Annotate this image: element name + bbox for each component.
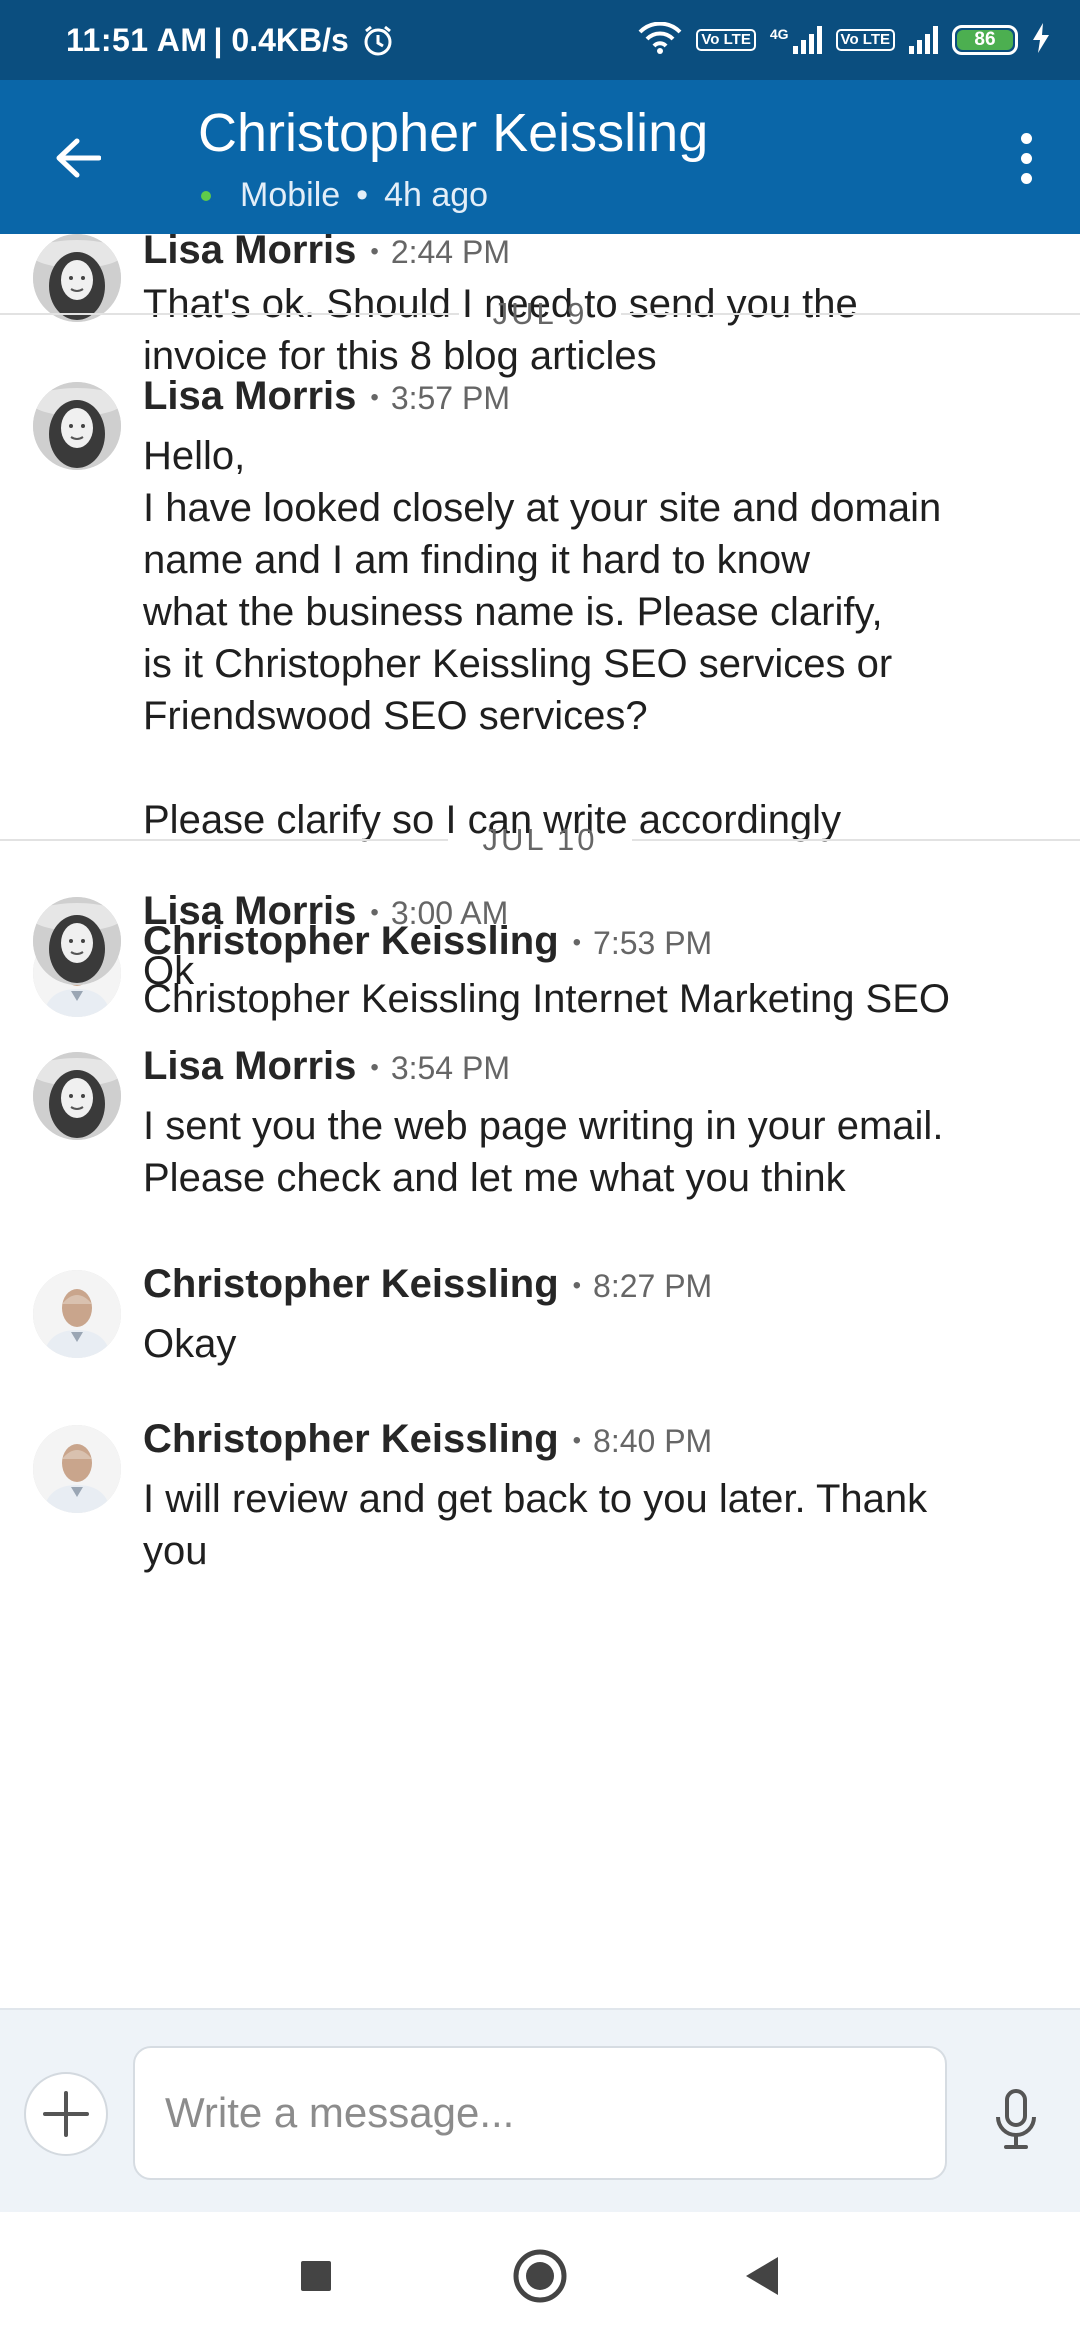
message-header: Lisa Morris 2:44 PM	[143, 234, 510, 273]
message-time: 3:54 PM	[370, 1050, 510, 1087]
network-type: 4G	[769, 26, 789, 42]
sender-name[interactable]: Christopher Keissling	[143, 1262, 559, 1307]
date-label: JUL 10	[482, 822, 598, 857]
back-button[interactable]	[40, 120, 116, 196]
divider-line	[0, 839, 449, 841]
sender-name[interactable]: Lisa Morris	[143, 889, 356, 934]
circle-icon	[513, 2249, 567, 2303]
dot-icon	[1020, 152, 1032, 164]
conversation-header: Christopher Keissling Mobile • 4h ago	[0, 80, 1080, 234]
add-attachment-button[interactable]	[24, 2072, 108, 2156]
system-navigation-bar	[0, 2212, 1080, 2340]
square-icon	[301, 2261, 331, 2291]
contact-name[interactable]: Christopher Keissling	[198, 102, 708, 164]
avatar-christopher-keissling[interactable]	[33, 1425, 121, 1513]
sender-name[interactable]: Christopher Keissling	[143, 1417, 559, 1462]
message-time: 8:40 PM	[573, 1423, 712, 1460]
message-header: Lisa Morris 3:54 PM	[143, 1044, 510, 1089]
message-text: Ok	[143, 949, 195, 993]
presence-status: Mobile • 4h ago	[198, 176, 488, 215]
recents-button[interactable]	[276, 2236, 356, 2316]
dot-icon	[1020, 172, 1032, 184]
message-time: 3:00 AM	[370, 895, 508, 932]
message-time: 2:44 PM	[370, 234, 510, 271]
message-thread[interactable]: Lisa Morris 2:44 PM That's ok. Should I …	[0, 234, 1080, 2008]
last-seen: 4h ago	[384, 176, 489, 214]
online-dot-icon	[198, 187, 214, 204]
message-time: 8:27 PM	[573, 1268, 712, 1305]
message-header: Lisa Morris 3:00 AM	[143, 889, 508, 934]
date-divider: JUL 9	[0, 294, 1080, 334]
message-header: Christopher Keissling 8:27 PM	[143, 1262, 712, 1307]
signal-icon: 4G	[770, 26, 822, 54]
message-composer	[0, 2008, 1080, 2212]
avatar-christopher-keissling[interactable]	[33, 1270, 121, 1358]
signal-icon-sim2	[909, 26, 938, 54]
network-speed: | 0.4KB/s	[213, 21, 349, 58]
avatar-lisa-morris[interactable]	[33, 382, 121, 470]
divider-line	[621, 313, 1080, 315]
volte-badge-sim1: Vo LTE	[696, 29, 756, 51]
alarm-icon	[361, 23, 395, 57]
message-text: I sent you the web page writing in your …	[143, 1104, 944, 1200]
sender-name[interactable]: Lisa Morris	[143, 1044, 356, 1089]
message-text: Hello, I have looked closely at your sit…	[143, 434, 942, 842]
sender-name[interactable]: Lisa Morris	[143, 374, 356, 419]
avatar-lisa-morris[interactable]	[33, 1052, 121, 1140]
back-nav-button[interactable]	[722, 2236, 802, 2316]
arrow-left-icon	[56, 138, 101, 178]
message-text: I will review and get back to you later.…	[143, 1477, 928, 1573]
message-input[interactable]	[133, 2046, 947, 2180]
voice-message-button[interactable]	[976, 2080, 1056, 2160]
triangle-back-icon	[746, 2257, 778, 2295]
status-time: 11:51 AM	[66, 21, 208, 58]
home-button[interactable]	[500, 2236, 580, 2316]
avatar-lisa-morris[interactable]	[33, 897, 121, 985]
more-options-button[interactable]	[996, 120, 1056, 196]
date-label: JUL 9	[492, 296, 588, 331]
plus-icon	[43, 2091, 89, 2137]
wifi-icon	[638, 21, 682, 59]
battery-icon: 86	[952, 25, 1018, 55]
message-text: Okay	[143, 1322, 237, 1366]
divider-line	[0, 313, 459, 315]
microphone-icon	[996, 2089, 1036, 2149]
separator-dot: •	[356, 176, 369, 214]
sender-name[interactable]: Lisa Morris	[143, 234, 356, 273]
charging-icon	[1032, 22, 1050, 58]
volte-badge-sim2: Vo LTE	[835, 29, 895, 51]
message-header: Lisa Morris 3:57 PM	[143, 374, 510, 419]
message-header: Christopher Keissling 8:40 PM	[143, 1417, 712, 1462]
message-time: 3:57 PM	[370, 380, 510, 417]
date-divider: JUL 10	[0, 820, 1080, 860]
status-bar: 11:51 AM | 0.4KB/s Vo LTE 4G Vo LTE 86	[0, 0, 1080, 80]
dot-icon	[1020, 132, 1032, 144]
battery-level: 86	[957, 29, 1013, 50]
presence-device: Mobile	[240, 176, 341, 214]
divider-line	[631, 839, 1080, 841]
